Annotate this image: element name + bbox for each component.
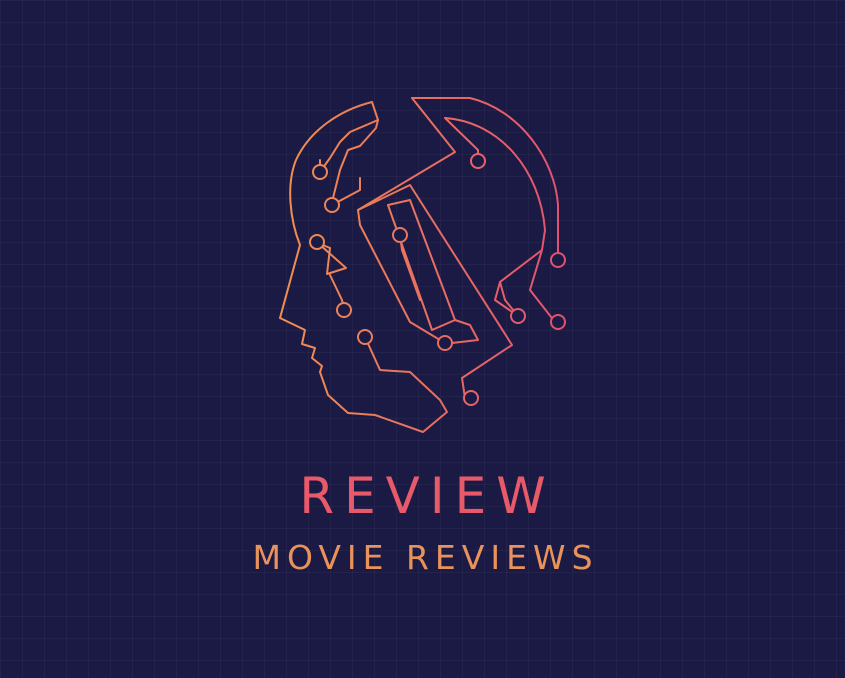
tagline: MOVIE REVIEWS [252,538,599,577]
brand-name: REVIEW [299,467,556,525]
